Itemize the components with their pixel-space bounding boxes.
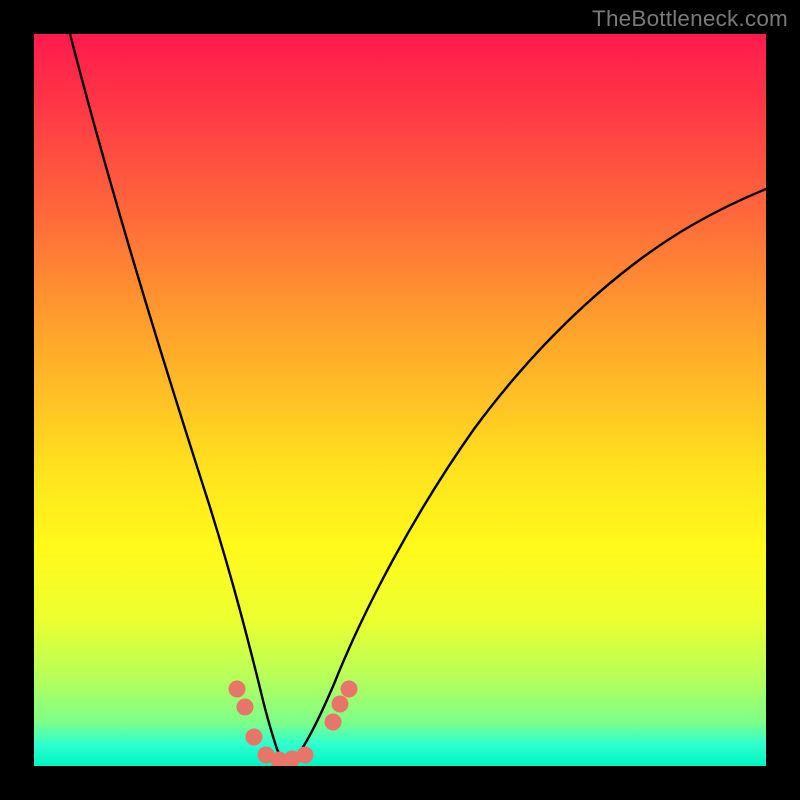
chart-svg — [34, 34, 766, 766]
curve-marker — [229, 681, 246, 698]
watermark-text: TheBottleneck.com — [592, 6, 788, 32]
bottleneck-curve — [70, 34, 766, 760]
curve-marker — [297, 747, 314, 764]
curve-marker — [237, 699, 254, 716]
marker-group — [229, 681, 358, 767]
curve-marker — [246, 729, 263, 746]
chart-frame: TheBottleneck.com — [0, 0, 800, 800]
curve-marker — [341, 681, 358, 698]
curve-marker — [332, 696, 349, 713]
plot-area — [34, 34, 766, 766]
curve-marker — [325, 714, 342, 731]
